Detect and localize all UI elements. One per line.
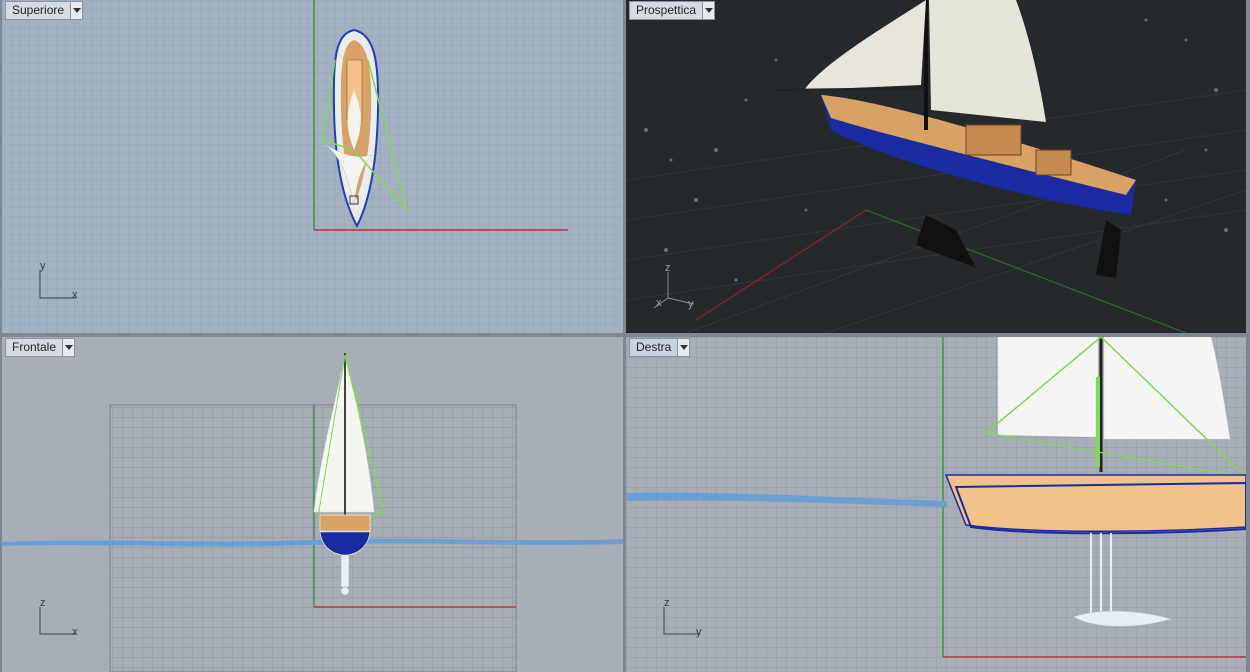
- y-axis-line: [865, 209, 1187, 333]
- dropdown-arrow-icon[interactable]: [677, 339, 690, 356]
- axis-label-h: y: [696, 626, 702, 638]
- construction-grid: [109, 404, 517, 672]
- dropdown-arrow-icon[interactable]: [62, 339, 75, 356]
- axis-label-h: y: [688, 298, 694, 310]
- viewport-title-label: Prospettica: [636, 3, 697, 17]
- viewport-top[interactable]: Superiore y x: [2, 0, 623, 333]
- front-scene: [2, 353, 623, 672]
- dropdown-arrow-icon[interactable]: [702, 2, 715, 19]
- dropdown-arrow-icon[interactable]: [70, 2, 83, 19]
- boat-perspective: [775, 0, 1136, 278]
- water-grid: [2, 0, 623, 333]
- viewport-perspective[interactable]: Prospettica z y x: [626, 0, 1246, 333]
- viewport-title-right[interactable]: Destra: [629, 338, 691, 357]
- axis-label-v: z: [665, 262, 671, 274]
- viewport-front[interactable]: Frontale z x: [2, 337, 623, 672]
- viewport-title-label: Superiore: [12, 3, 65, 17]
- viewport-title-front[interactable]: Frontale: [5, 338, 76, 357]
- axis-label-h: x: [72, 289, 78, 301]
- axis-label-v: z: [40, 597, 46, 609]
- x-axis-line: [695, 209, 867, 321]
- viewport-right[interactable]: Destra z y: [626, 337, 1246, 672]
- axis-label-d: x: [656, 297, 662, 309]
- viewport-title-label: Destra: [636, 340, 672, 354]
- right-scene: [626, 337, 1246, 672]
- viewport-title-perspective[interactable]: Prospettica: [629, 1, 716, 20]
- axis-label-v: y: [40, 260, 46, 272]
- top-scene: [2, 0, 623, 333]
- axis-label-h: x: [72, 626, 78, 638]
- perspective-scene: [626, 0, 1246, 333]
- viewport-title-label: Frontale: [12, 340, 57, 354]
- axis-label-v: z: [664, 597, 670, 609]
- viewport-title-top[interactable]: Superiore: [5, 1, 84, 20]
